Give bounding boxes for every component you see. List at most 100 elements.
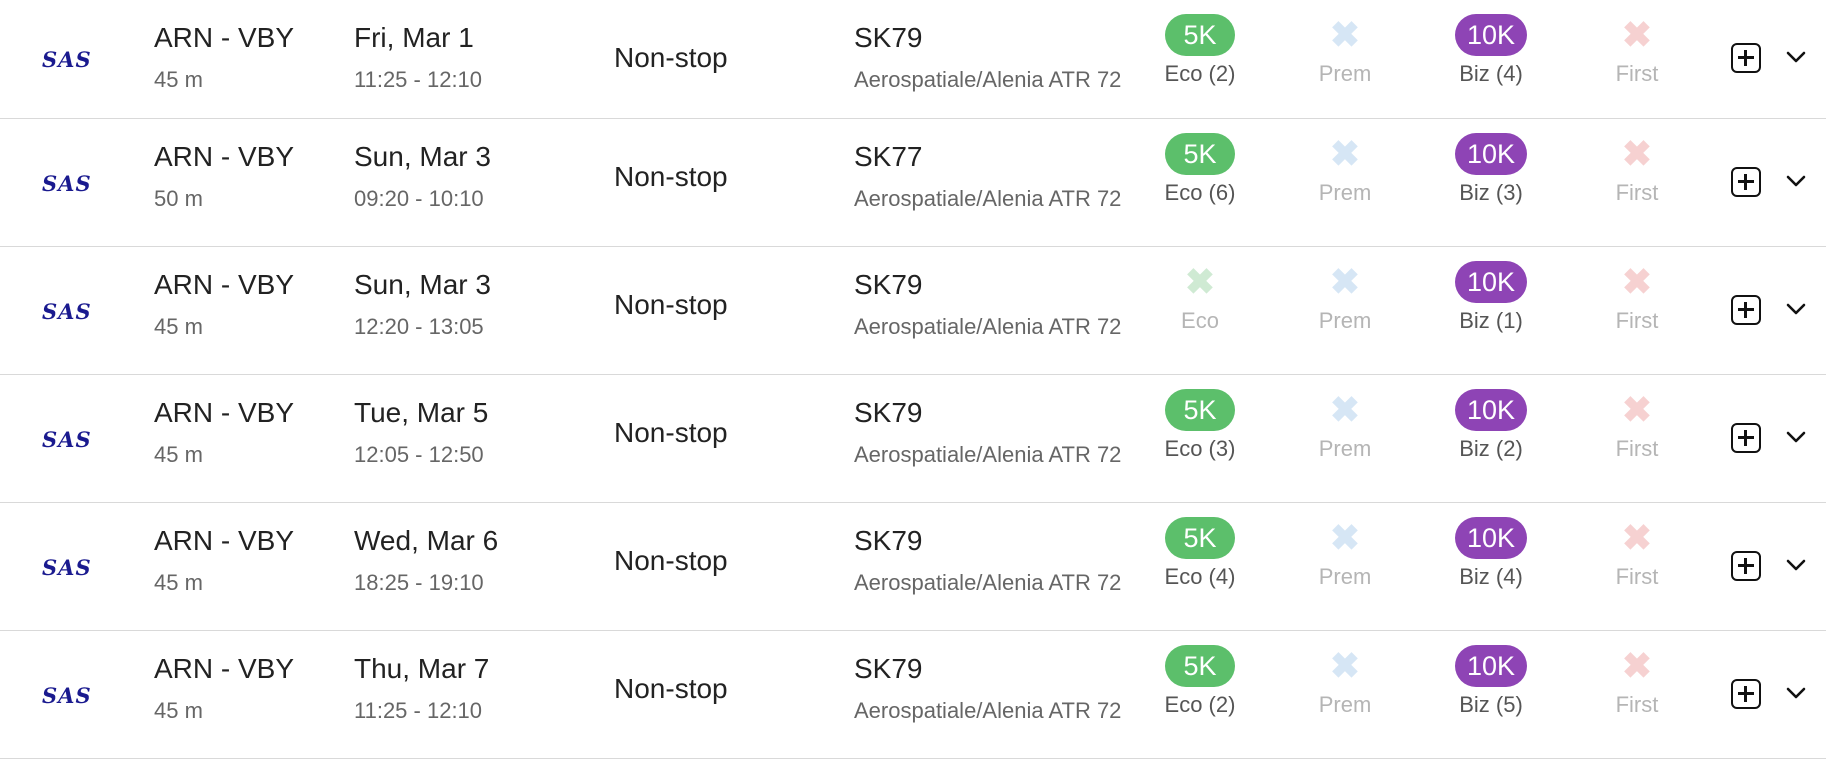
cabin-biz[interactable]: 10K Biz (4) (1431, 517, 1551, 590)
cabin-eco[interactable]: 5K Eco (4) (1140, 517, 1260, 590)
cabin-first: ✖ First (1577, 14, 1697, 87)
cabin-biz[interactable]: 10K Biz (3) (1431, 133, 1551, 206)
cabin-prem: ✖ Prem (1285, 645, 1405, 718)
unavailable-x-icon: ✖ (1184, 261, 1216, 302)
cabin-prem: ✖ Prem (1285, 261, 1405, 334)
biz-price-badge: 10K (1454, 389, 1528, 431)
aircraft-type: Aerospatiale/Alenia ATR 72 (854, 698, 1122, 723)
cabin-prem: ✖ Prem (1285, 133, 1405, 206)
airline-logo: SAS (42, 298, 92, 324)
departure-date: Tue, Mar 5 (354, 397, 489, 428)
departure-date: Thu, Mar 7 (354, 653, 490, 684)
plus-square-icon[interactable] (1731, 678, 1761, 709)
plus-square-icon[interactable] (1731, 43, 1761, 73)
chevron-down-icon[interactable] (1786, 555, 1806, 575)
cabin-biz[interactable]: 10K Biz (5) (1431, 645, 1551, 718)
flight-number: SK79 (854, 525, 923, 556)
cabin-prem-label: Prem (1318, 564, 1372, 589)
cabin-prem: ✖ Prem (1285, 517, 1405, 590)
route: ARN - VBY (154, 525, 295, 556)
flight-number: SK77 (854, 141, 923, 172)
flight-row[interactable]: SAS ARN - VBY 50 m Sun, Mar 3 09:20 - 10… (0, 119, 1826, 247)
chevron-down-icon[interactable] (1786, 299, 1806, 319)
aircraft-type: Aerospatiale/Alenia ATR 72 (854, 442, 1122, 467)
stops: Non-stop (614, 673, 728, 704)
duration: 45 m (154, 314, 203, 339)
duration: 45 m (154, 67, 203, 92)
cabin-first-label: First (1615, 564, 1659, 589)
cabin-eco[interactable]: 5K Eco (6) (1140, 133, 1260, 206)
departure-date: Fri, Mar 1 (354, 22, 474, 53)
cabin-biz-label: Biz (5) (1459, 692, 1523, 717)
cabin-first: ✖ First (1577, 133, 1697, 206)
cabin-biz[interactable]: 10K Biz (1) (1431, 261, 1551, 334)
plus-square-icon[interactable] (1731, 422, 1761, 453)
cabin-eco[interactable]: 5K Eco (3) (1140, 389, 1260, 462)
cabin-prem-label: Prem (1318, 180, 1372, 205)
cabin-eco[interactable]: 5K Eco (2) (1140, 645, 1260, 718)
eco-price-badge: 5K (1165, 133, 1235, 175)
biz-price-badge: 10K (1454, 517, 1528, 559)
cabin-first-label: First (1615, 180, 1659, 205)
biz-price-badge: 10K (1454, 14, 1528, 56)
cabin-first-label: First (1615, 61, 1659, 86)
unavailable-x-icon: ✖ (1621, 14, 1653, 55)
stops: Non-stop (614, 417, 728, 448)
eco-price-badge: 5K (1165, 14, 1235, 56)
flight-row[interactable]: SAS ARN - VBY 45 m Thu, Mar 7 11:25 - 12… (0, 631, 1826, 759)
chevron-down-icon[interactable] (1786, 427, 1806, 447)
cabin-eco-label: Eco (4) (1164, 564, 1236, 589)
flight-row[interactable]: SAS ARN - VBY 45 m Fri, Mar 1 11:25 - 12… (0, 0, 1826, 119)
duration: 50 m (154, 186, 203, 211)
route: ARN - VBY (154, 22, 295, 53)
flight-times: 09:20 - 10:10 (354, 186, 484, 211)
route: ARN - VBY (154, 141, 295, 172)
cabin-biz[interactable]: 10K Biz (4) (1431, 14, 1551, 87)
cabin-first: ✖ First (1577, 389, 1697, 462)
duration: 45 m (154, 570, 203, 595)
plus-square-icon[interactable] (1731, 550, 1761, 581)
stops: Non-stop (614, 161, 728, 192)
biz-price-badge: 10K (1454, 645, 1528, 687)
route: ARN - VBY (154, 653, 295, 684)
chevron-down-icon[interactable] (1786, 171, 1806, 191)
eco-price-badge: 5K (1165, 389, 1235, 431)
unavailable-x-icon: ✖ (1621, 645, 1653, 686)
flight-row[interactable]: SAS ARN - VBY 45 m Tue, Mar 5 12:05 - 12… (0, 375, 1826, 503)
plus-square-icon[interactable] (1731, 294, 1761, 325)
airline-logo: SAS (42, 682, 92, 708)
unavailable-x-icon: ✖ (1329, 133, 1361, 174)
flight-row[interactable]: SAS ARN - VBY 45 m Wed, Mar 6 18:25 - 19… (0, 503, 1826, 631)
cabin-eco-label: Eco (6) (1164, 180, 1236, 205)
duration: 45 m (154, 442, 203, 467)
stops: Non-stop (614, 545, 728, 576)
cabin-prem-label: Prem (1318, 692, 1372, 717)
airline-logo: SAS (42, 554, 92, 580)
chevron-down-icon[interactable] (1786, 683, 1806, 703)
chevron-down-icon[interactable] (1786, 47, 1806, 67)
cabin-prem-label: Prem (1318, 436, 1372, 461)
unavailable-x-icon: ✖ (1621, 133, 1653, 174)
departure-date: Sun, Mar 3 (354, 141, 491, 172)
aircraft-type: Aerospatiale/Alenia ATR 72 (854, 67, 1122, 92)
plus-square-icon[interactable] (1731, 166, 1761, 197)
cabin-biz[interactable]: 10K Biz (2) (1431, 389, 1551, 462)
aircraft-type: Aerospatiale/Alenia ATR 72 (854, 186, 1122, 211)
unavailable-x-icon: ✖ (1329, 261, 1361, 302)
flight-row[interactable]: SAS ARN - VBY 45 m Sun, Mar 3 12:20 - 13… (0, 247, 1826, 375)
flight-results-list: SAS ARN - VBY 45 m Fri, Mar 1 11:25 - 12… (0, 0, 1826, 759)
flight-times: 12:20 - 13:05 (354, 314, 484, 339)
cabin-first: ✖ First (1577, 261, 1697, 334)
unavailable-x-icon: ✖ (1329, 14, 1361, 55)
stops: Non-stop (614, 289, 728, 320)
cabin-first: ✖ First (1577, 645, 1697, 718)
cabin-first-label: First (1615, 692, 1659, 717)
cabin-first-label: First (1615, 436, 1659, 461)
cabin-prem-label: Prem (1318, 61, 1372, 86)
cabin-biz-label: Biz (4) (1459, 61, 1523, 86)
duration: 45 m (154, 698, 203, 723)
cabin-eco[interactable]: 5K Eco (2) (1140, 14, 1260, 87)
unavailable-x-icon: ✖ (1329, 517, 1361, 558)
stops: Non-stop (614, 42, 728, 73)
flight-number: SK79 (854, 653, 923, 684)
